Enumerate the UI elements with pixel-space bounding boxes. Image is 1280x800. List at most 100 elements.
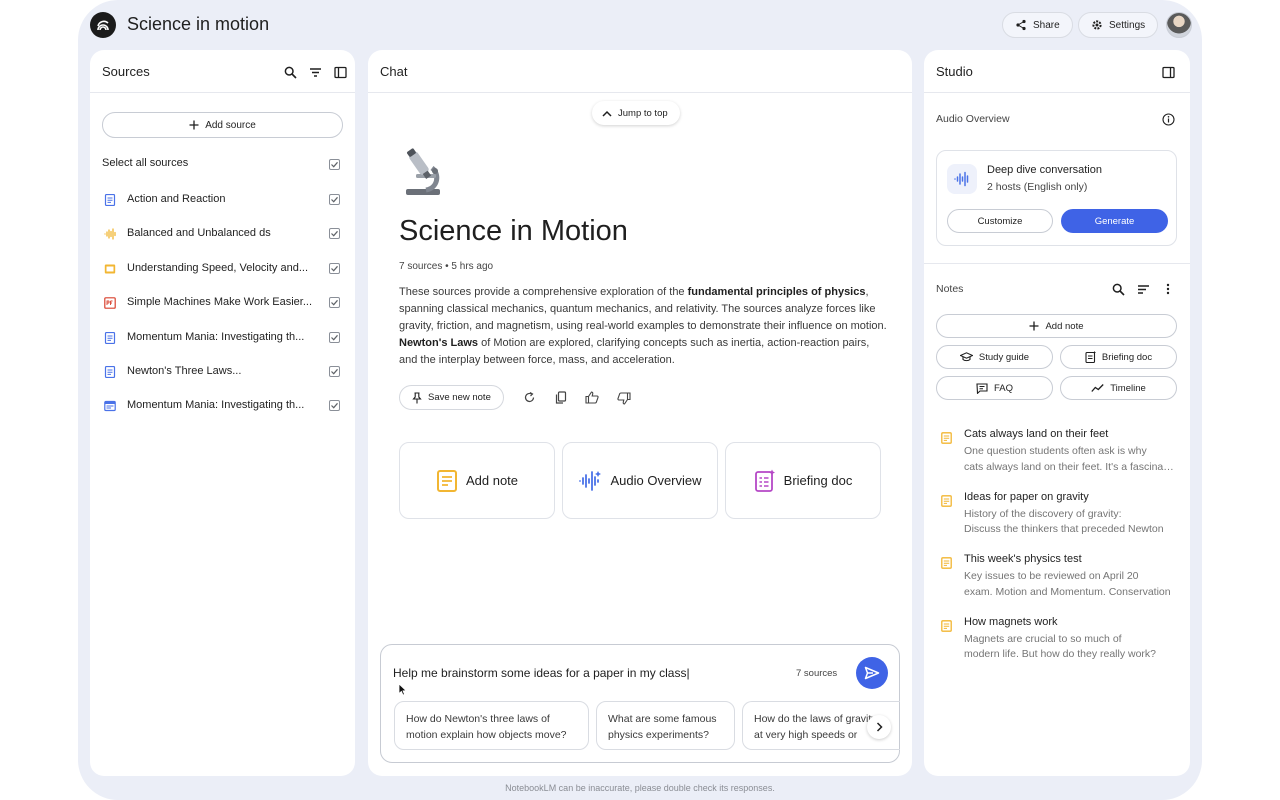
note-icon — [436, 469, 457, 492]
avatar[interactable] — [1166, 12, 1192, 38]
source-count-badge[interactable]: 7 sources — [796, 668, 837, 679]
customize-button[interactable]: Customize — [947, 209, 1053, 233]
note-preview-line: Discuss the thinkers that preceded Newto… — [964, 523, 1164, 535]
audio-overview-card-label: Audio Overview — [610, 473, 702, 488]
note-item[interactable]: Cats always land on their feet One questi… — [936, 428, 1177, 484]
plus-icon — [189, 120, 199, 130]
notebooklm-logo-icon[interactable] — [90, 12, 116, 38]
source-item[interactable]: Momentum Mania: Investigating th... — [102, 328, 343, 348]
faq-chip[interactable]: FAQ — [936, 376, 1053, 400]
generate-button[interactable]: Generate — [1061, 209, 1168, 233]
doc-icon — [104, 365, 116, 379]
add-note-button[interactable]: Add note — [936, 314, 1177, 338]
note-item[interactable]: How magnets work Magnets are crucial to s… — [936, 616, 1177, 672]
source-item[interactable]: Action and Reaction — [102, 190, 343, 210]
source-item[interactable]: Newton's Three Laws... — [102, 362, 343, 382]
suggestion-chip[interactable]: What are some famous physics experiments… — [596, 701, 735, 750]
add-note-card[interactable]: Add note — [399, 442, 555, 519]
send-icon — [864, 666, 880, 680]
suggestion-chip[interactable]: How do Newton's three laws of motion exp… — [394, 701, 589, 750]
chat-input[interactable]: Help me brainstorm some ideas for a pape… — [393, 666, 690, 680]
briefing-doc-chip[interactable]: Briefing doc — [1060, 345, 1177, 369]
plus-icon — [1029, 321, 1039, 331]
search-icon[interactable] — [280, 62, 300, 82]
source-checkbox[interactable] — [329, 262, 340, 274]
source-item[interactable]: Momentum Mania: Investigating th... — [102, 396, 343, 416]
source-checkbox[interactable] — [329, 297, 340, 309]
share-button[interactable]: Share — [1002, 12, 1073, 38]
source-item-label: Momentum Mania: Investigating th... — [127, 399, 305, 412]
source-checkbox[interactable] — [329, 366, 340, 377]
more-vert-icon[interactable] — [1158, 279, 1178, 299]
suggestion-line: physics experiments? — [608, 729, 709, 741]
study-guide-chip[interactable]: Study guide — [936, 345, 1053, 369]
send-button[interactable] — [856, 657, 888, 689]
suggestions-next-button[interactable] — [867, 715, 891, 739]
sources-panel: Sources Add source Select all sources Ac… — [90, 50, 355, 776]
refresh-icon[interactable] — [519, 387, 539, 407]
thumbs-down-icon[interactable] — [614, 388, 634, 408]
notebook-summary: These sources provide a comprehensive ex… — [399, 284, 889, 369]
timeline-label: Timeline — [1110, 382, 1146, 394]
top-bar: Science in motion Share Settings — [78, 0, 1202, 50]
note-preview: Key issues to be reviewed on April 20 exa… — [964, 569, 1174, 600]
note-title: How magnets work — [964, 615, 1058, 628]
mouse-cursor-icon — [398, 683, 407, 701]
briefing-doc-icon — [1085, 351, 1096, 363]
info-icon[interactable] — [1158, 109, 1178, 129]
search-icon[interactable] — [1108, 279, 1128, 299]
faq-icon — [976, 382, 988, 394]
note-item[interactable]: This week's physics test Key issues to be… — [936, 553, 1177, 609]
audio-waveform-icon — [579, 470, 602, 491]
note-preview-line: exam. Motion and Momentum. Conservation — [964, 585, 1171, 598]
notes-label: Notes — [936, 283, 964, 295]
note-preview: History of the discovery of gravity: Disc… — [964, 507, 1174, 538]
settings-label: Settings — [1109, 19, 1146, 31]
save-new-note-button[interactable]: Save new note — [399, 385, 504, 410]
jump-to-top-label: Jump to top — [618, 107, 668, 119]
source-item[interactable]: Simple Machines Make Work Easier... — [102, 293, 343, 313]
settings-button[interactable]: Settings — [1078, 12, 1159, 38]
collapse-panel-icon[interactable] — [330, 62, 350, 82]
audio-overview-card[interactable]: Audio Overview — [562, 442, 718, 519]
source-checkbox[interactable] — [329, 400, 340, 412]
graduation-cap-icon — [959, 352, 973, 362]
note-icon — [941, 431, 952, 444]
collapse-panel-icon[interactable] — [1158, 62, 1178, 82]
divider — [924, 263, 1190, 264]
source-checkbox[interactable] — [329, 331, 340, 343]
studio-title: Studio — [936, 64, 973, 79]
audio-overview-title: Deep dive conversation — [987, 164, 1102, 176]
note-item[interactable]: Ideas for paper on gravity History of the… — [936, 491, 1177, 547]
select-all-checkbox[interactable] — [329, 159, 340, 170]
sort-icon[interactable] — [1133, 279, 1153, 299]
select-all-label: Select all sources — [102, 157, 189, 169]
note-preview-line: Magnets are crucial to so much of — [964, 632, 1122, 645]
suggestion-line: What are some famous — [608, 713, 717, 725]
briefing-doc-card[interactable]: Briefing doc — [725, 442, 881, 519]
timeline-chip[interactable]: Timeline — [1060, 376, 1177, 400]
chat-header: Chat — [368, 50, 912, 93]
note-icon — [941, 556, 952, 569]
chat-title: Chat — [380, 64, 408, 79]
note-preview: Magnets are crucial to so much of modern … — [964, 632, 1174, 663]
source-checkbox[interactable] — [329, 228, 340, 240]
doc-icon — [104, 331, 116, 344]
thumbs-up-icon[interactable] — [582, 387, 602, 407]
add-source-button[interactable]: Add source — [102, 112, 343, 138]
source-item[interactable]: Balanced and Unbalanced ds — [102, 224, 343, 244]
audio-icon — [104, 227, 116, 241]
note-title: This week's physics test — [964, 553, 1082, 565]
app-frame: Science in motion Share Settings Sources — [78, 0, 1202, 800]
jump-to-top-button[interactable]: Jump to top — [592, 101, 680, 125]
notebook-title[interactable]: Science in motion — [127, 14, 269, 35]
copy-icon[interactable] — [551, 387, 571, 407]
note-title: Ideas for paper on gravity — [964, 490, 1089, 503]
summary-text: These sources provide a comprehensive ex… — [399, 286, 688, 298]
audio-overview-card: Deep dive conversation 2 hosts (English … — [936, 150, 1177, 246]
source-item[interactable]: Understanding Speed, Velocity and... — [102, 259, 343, 279]
filter-icon[interactable] — [305, 62, 325, 82]
pdf-icon — [104, 296, 116, 309]
pin-icon — [412, 391, 422, 403]
source-checkbox[interactable] — [329, 194, 340, 205]
